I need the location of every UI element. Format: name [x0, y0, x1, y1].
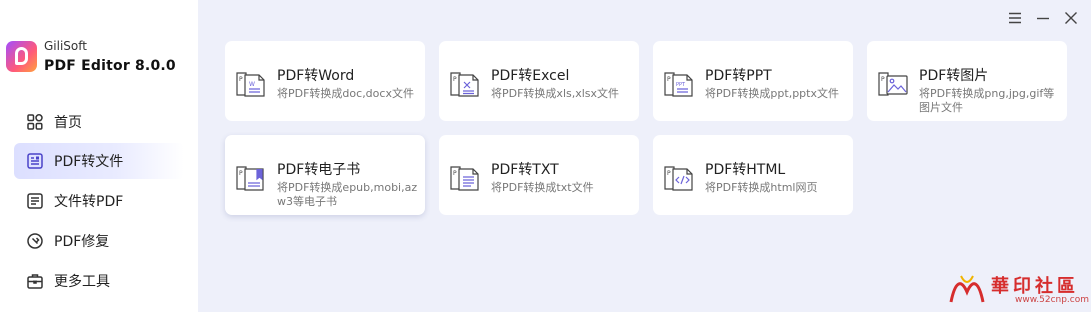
watermark-logo-icon [949, 275, 985, 303]
card-desc: 将PDF转换成doc,docx文件 [277, 87, 414, 100]
sidebar: GiliSoft PDF Editor 8.0.0 首页 PDF转文件 文件转P… [0, 0, 198, 312]
card-title: PDF转TXT [491, 162, 559, 178]
card-title: PDF转电子书 [277, 162, 361, 178]
card-desc: 将PDF转换成png,jpg,gif等图片文件 [919, 87, 1055, 114]
card-title: PDF转图片 [919, 68, 989, 84]
card-title: PDF转Excel [491, 68, 570, 84]
pdf-to-txt-icon: P [449, 164, 483, 192]
file-to-pdf-icon [26, 192, 44, 210]
card-desc: 将PDF转换成epub,mobi,azw3等电子书 [277, 181, 418, 208]
svg-text:P: P [667, 76, 671, 83]
app-logo-icon [6, 41, 37, 72]
sidebar-item-pdf-to-file[interactable]: PDF转文件 [14, 143, 184, 179]
toolbox-icon [26, 272, 44, 290]
card-title: PDF转Word [277, 68, 355, 84]
svg-text:PPT: PPT [676, 82, 686, 88]
svg-text:P: P [239, 76, 243, 83]
sidebar-item-file-to-pdf[interactable]: 文件转PDF [14, 183, 184, 219]
pdf-to-ebook-icon: P [235, 164, 269, 192]
pdf-to-html-icon: P [663, 164, 697, 192]
svg-text:W: W [249, 81, 255, 88]
sidebar-item-label: 首页 [54, 115, 82, 131]
sidebar-item-label: PDF修复 [54, 234, 110, 250]
brand-name: GiliSoft [44, 39, 87, 53]
svg-text:P: P [667, 170, 671, 177]
menu-icon[interactable] [1007, 10, 1023, 26]
sidebar-item-pdf-repair[interactable]: PDF修复 [14, 223, 184, 259]
home-grid-icon [26, 113, 44, 131]
close-icon[interactable] [1063, 10, 1079, 26]
app-title: PDF Editor 8.0.0 [44, 58, 176, 74]
minimize-icon[interactable] [1035, 10, 1051, 26]
sidebar-item-label: 文件转PDF [54, 194, 124, 210]
sidebar-item-label: PDF转文件 [54, 154, 124, 170]
svg-text:P: P [453, 170, 457, 177]
card-desc: 将PDF转换成ppt,pptx文件 [705, 87, 839, 100]
pdf-to-word-icon: P W [235, 70, 269, 98]
pdf-to-excel-icon: P [449, 70, 483, 98]
card-desc: 将PDF转换成xls,xlsx文件 [491, 87, 620, 100]
sidebar-item-label: 更多工具 [54, 274, 110, 290]
card-desc: 将PDF转换成html网页 [705, 181, 818, 194]
card-pdf-to-excel[interactable]: P PDF转Excel 将PDF转换成xls,xlsx文件 [439, 41, 639, 121]
card-pdf-to-ppt[interactable]: P PPT PDF转PPT 将PDF转换成ppt,pptx文件 [653, 41, 853, 121]
card-pdf-to-word[interactable]: P W PDF转Word 将PDF转换成doc,docx文件 [225, 41, 425, 121]
watermark: 華印社區 www.52cnp.com [947, 272, 1090, 310]
svg-text:P: P [881, 76, 885, 83]
card-pdf-to-txt[interactable]: P PDF转TXT 将PDF转换成txt文件 [439, 135, 639, 215]
card-pdf-to-html[interactable]: P PDF转HTML 将PDF转换成html网页 [653, 135, 853, 215]
sidebar-item-more-tools[interactable]: 更多工具 [14, 263, 184, 299]
sidebar-item-home[interactable]: 首页 [14, 104, 184, 140]
card-desc: 将PDF转换成txt文件 [491, 181, 594, 194]
svg-text:P: P [239, 170, 243, 177]
watermark-url: www.52cnp.com [1015, 295, 1090, 305]
card-pdf-to-image[interactable]: P PDF转图片 将PDF转换成png,jpg,gif等图片文件 [867, 41, 1067, 121]
card-title: PDF转HTML [705, 162, 786, 178]
repair-icon [26, 232, 44, 250]
card-title: PDF转PPT [705, 68, 772, 84]
pdf-convert-icon [26, 152, 44, 170]
pdf-to-ppt-icon: P PPT [663, 70, 697, 98]
card-pdf-to-ebook[interactable]: P PDF转电子书 将PDF转换成epub,mobi,azw3等电子书 [225, 135, 425, 215]
svg-text:P: P [453, 76, 457, 83]
pdf-to-image-icon: P [877, 70, 911, 98]
